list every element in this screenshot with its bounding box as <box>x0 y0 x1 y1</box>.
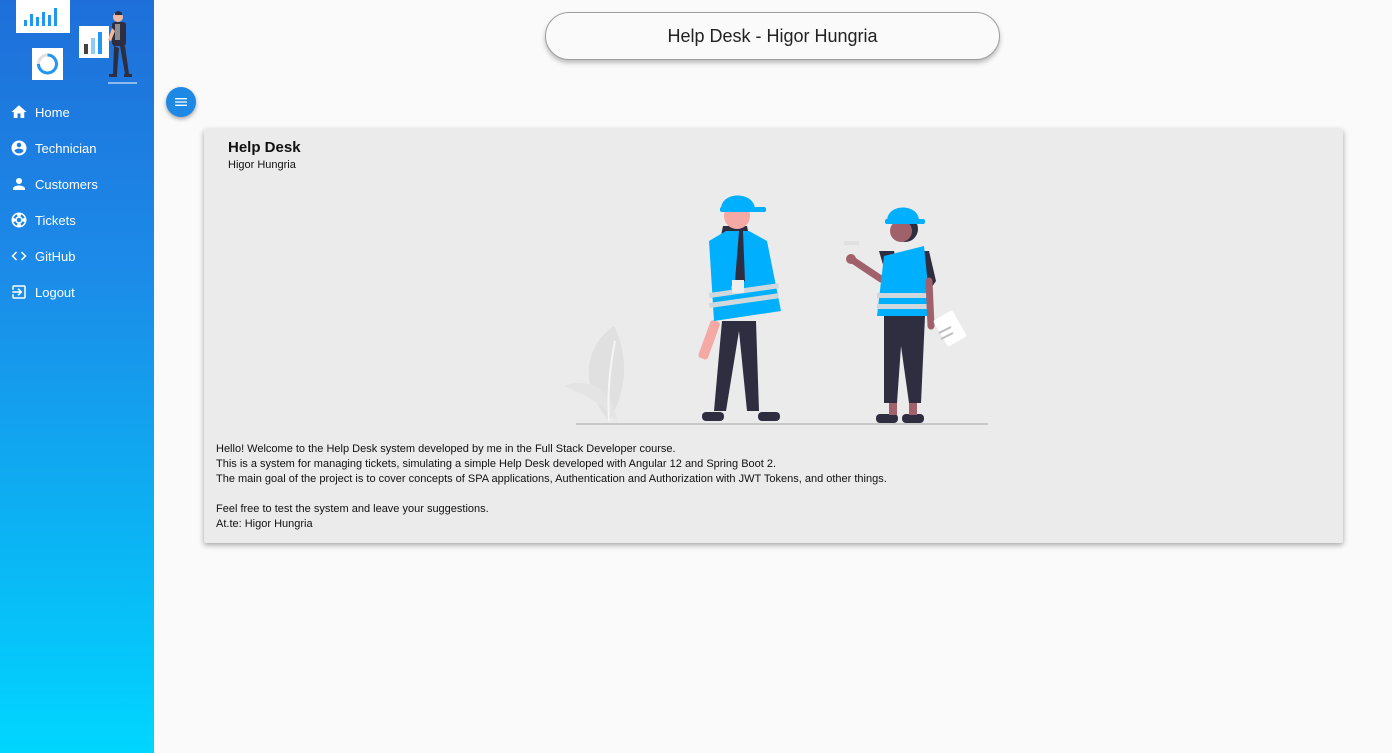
page-title: Help Desk - Higor Hungria <box>545 12 1000 60</box>
dashboard-illustration <box>0 0 154 90</box>
welcome-card: Help Desk Higor Hungria Hello! Welcome t… <box>204 129 1343 543</box>
suggestion-line: Feel free to test the system and leave y… <box>216 503 489 515</box>
menu-icon <box>175 98 187 106</box>
sidebar-item-label: Logout <box>35 284 75 300</box>
sidebar-item-label: Tickets <box>35 212 76 228</box>
sidebar-item-tickets[interactable]: Tickets <box>0 202 154 238</box>
sidebar: Home Technician Customers Tickets GitHub <box>0 0 154 753</box>
menu-toggle-button[interactable] <box>166 87 196 117</box>
sidebar-item-label: Customers <box>35 176 98 192</box>
card-subtitle: Higor Hungria <box>228 159 296 171</box>
description-line: This is a system for managing tickets, s… <box>216 458 777 470</box>
sidebar-item-customers[interactable]: Customers <box>0 166 154 202</box>
goal-line: The main goal of the project is to cover… <box>216 473 887 485</box>
sidebar-item-home[interactable]: Home <box>0 94 154 130</box>
person-icon <box>10 175 28 193</box>
home-icon <box>10 103 28 121</box>
card-text: Hello! Welcome to the Help Desk system d… <box>216 442 887 532</box>
workers-illustration <box>559 181 999 429</box>
sidebar-item-technician[interactable]: Technician <box>0 130 154 166</box>
signature-line: At.te: Higor Hungria <box>216 518 313 530</box>
sidebar-item-logout[interactable]: Logout <box>0 274 154 310</box>
card-title: Help Desk <box>228 139 301 156</box>
welcome-line: Hello! Welcome to the Help Desk system d… <box>216 443 676 455</box>
account-circle-icon <box>10 139 28 157</box>
sidebar-item-label: GitHub <box>35 248 76 264</box>
sidebar-item-label: Home <box>35 104 70 120</box>
logout-icon <box>10 283 28 301</box>
sidebar-item-label: Technician <box>35 140 97 156</box>
code-icon <box>10 247 28 265</box>
lifebuoy-icon <box>10 211 28 229</box>
sidebar-item-github[interactable]: GitHub <box>0 238 154 274</box>
sidebar-nav: Home Technician Customers Tickets GitHub <box>0 94 154 310</box>
